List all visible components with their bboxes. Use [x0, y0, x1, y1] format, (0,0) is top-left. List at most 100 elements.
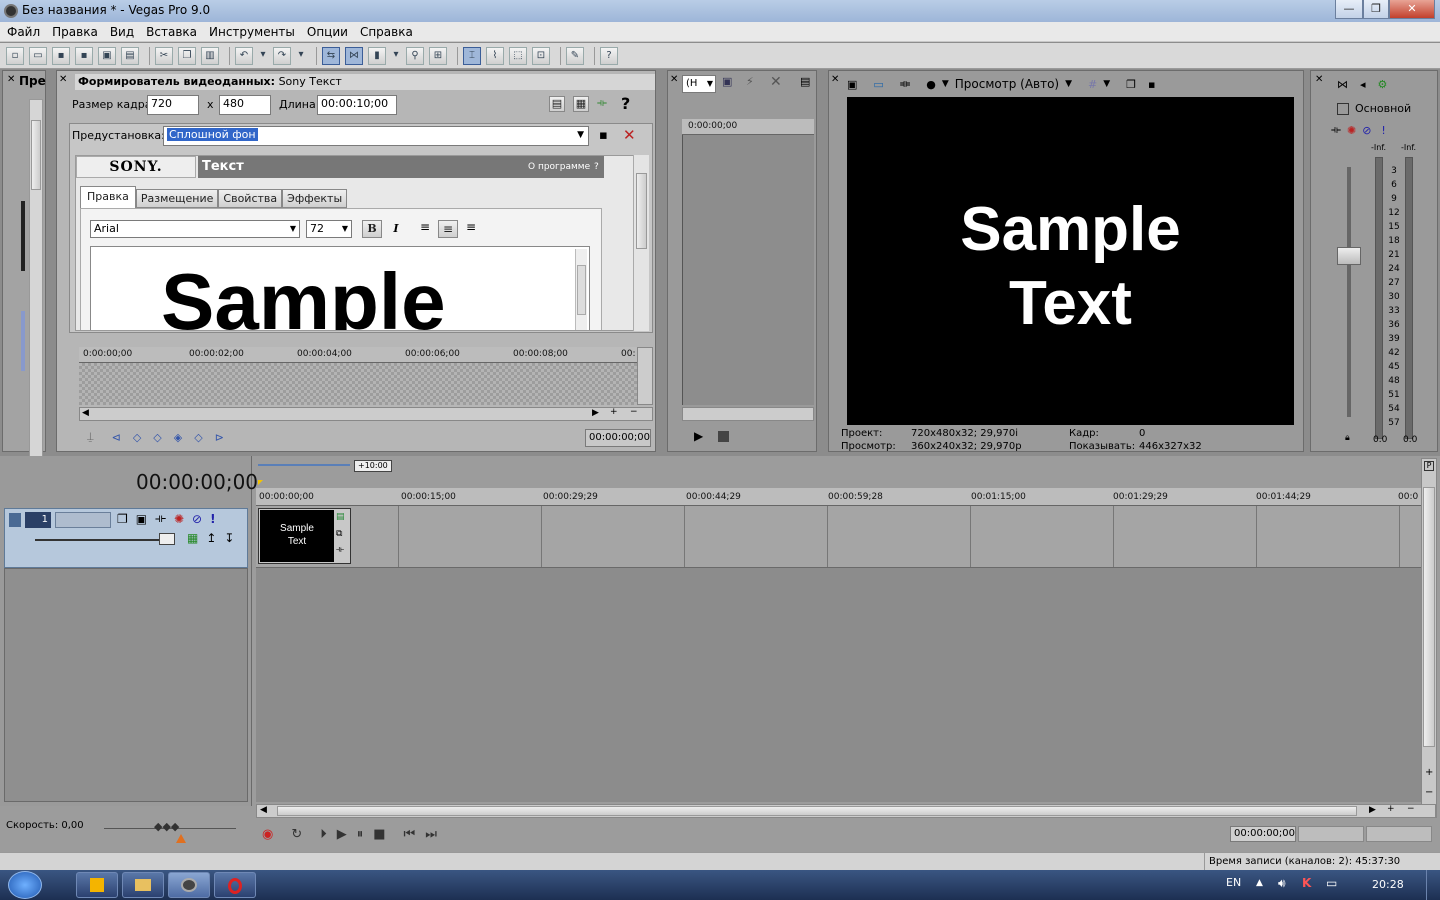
mute-icon[interactable]: ⊘	[192, 512, 202, 526]
split-screen-icon[interactable]: ⟚	[900, 77, 910, 91]
move-up-icon[interactable]: ↥	[206, 531, 216, 545]
selection-start-field[interactable]	[1298, 826, 1364, 842]
scroll-right-icon[interactable]: ▶	[592, 408, 599, 418]
first-keyframe-icon[interactable]: ⊲	[112, 431, 121, 444]
trimmer-icon-3[interactable]: ▤	[800, 75, 810, 88]
overlays-icon[interactable]: #	[1088, 78, 1097, 91]
zoom-in-icon[interactable]: +	[1425, 767, 1433, 778]
open-icon[interactable]: ▭	[29, 46, 47, 65]
fader-track[interactable]	[1347, 167, 1351, 417]
ripple-mode-icon[interactable]: ▮	[368, 46, 386, 65]
start-button[interactable]	[8, 871, 42, 899]
level-slider[interactable]	[35, 539, 175, 541]
show-desktop-button[interactable]	[1426, 870, 1440, 900]
close-icon[interactable]: ✕	[670, 74, 678, 85]
taskbar-player[interactable]	[76, 872, 118, 898]
auto-ripple-icon[interactable]: ⇆	[322, 46, 340, 65]
bus-fx-icon[interactable]: ✺	[1347, 124, 1356, 137]
solo-icon[interactable]: !	[210, 512, 215, 526]
taskbar-vegas[interactable]	[168, 872, 210, 898]
speed-handle-icon[interactable]: ◆◆◆	[154, 820, 179, 833]
cut-icon[interactable]: ✂	[155, 46, 173, 65]
close-icon[interactable]: ✕	[831, 74, 839, 85]
align-right-icon[interactable]: ≡	[462, 220, 480, 238]
current-time[interactable]: 00:00:00;00	[136, 470, 258, 494]
chevron-down-icon[interactable]: ▼	[290, 221, 296, 237]
preview-quality[interactable]: Просмотр (Авто)	[955, 77, 1059, 91]
keyframe-time[interactable]: 00:00:00;00	[585, 429, 651, 447]
properties-icon[interactable]: ▤	[121, 46, 139, 65]
go-to-start-icon[interactable]: ⏮	[404, 827, 416, 842]
about-link[interactable]: О программе	[528, 162, 590, 172]
event-fx-icon[interactable]: ⟛	[336, 545, 344, 555]
font-size-combo[interactable]: 72 ▼	[306, 220, 352, 238]
pause-icon[interactable]: ⏸	[357, 827, 364, 842]
preview-properties-icon[interactable]: ▣	[847, 78, 857, 91]
tab-placement[interactable]: Размещение	[135, 189, 219, 208]
copy-snapshot-icon[interactable]: ❐	[1126, 78, 1136, 91]
copy-frame-icon[interactable]: ▤	[549, 96, 565, 112]
fx-icon[interactable]: ●	[926, 78, 936, 91]
text-edit-area[interactable]: Sample	[90, 246, 590, 330]
play-from-start-icon[interactable]: ⏵	[320, 827, 327, 842]
close-button[interactable]: ✕	[1389, 0, 1435, 19]
taskbar-explorer[interactable]	[122, 872, 164, 898]
save-as-icon[interactable]: ▪	[75, 46, 93, 65]
font-combo[interactable]: Arial ▼	[90, 220, 300, 238]
trimmer-icon-2[interactable]: ⚡	[746, 75, 754, 88]
menu-insert[interactable]: Вставка	[146, 22, 197, 42]
delete-keyframe-icon[interactable]: ◇	[194, 431, 202, 444]
track-header[interactable]: 1 ❐ ▣ ⟛ ✺ ⊘ ! ▦ ↥ ↧	[4, 508, 248, 568]
copy-icon[interactable]: ❐	[178, 46, 196, 65]
language-indicator[interactable]: EN	[1226, 876, 1241, 889]
menu-tools[interactable]: Инструменты	[209, 22, 295, 42]
last-keyframe-icon[interactable]: ⊳	[215, 431, 224, 444]
zoom-in-icon[interactable]: +	[610, 407, 618, 417]
trimmer-track[interactable]	[682, 135, 814, 405]
loop-region-bar[interactable]	[258, 464, 350, 466]
scroll-left-icon[interactable]: ◀	[82, 408, 89, 418]
mixer-icon-1[interactable]: ⋈	[1337, 78, 1348, 91]
paste-icon[interactable]: ▥	[201, 46, 219, 65]
scroll-right-icon[interactable]: ▶	[1369, 805, 1376, 815]
save-icon[interactable]: ▪	[52, 46, 70, 65]
new-icon[interactable]: ▫	[6, 46, 24, 65]
chevron-down-icon[interactable]: ▼	[1065, 79, 1072, 89]
track-fx-icon[interactable]: ✺	[174, 512, 184, 526]
bus-route-icon[interactable]: ⟛	[1331, 123, 1341, 137]
loop-icon[interactable]: ↻	[291, 827, 302, 842]
lock-icon[interactable]: 🔒︎	[1345, 433, 1350, 443]
maximize-button[interactable]: ❐	[1363, 0, 1389, 19]
tab-properties[interactable]: Свойства	[218, 189, 283, 208]
align-left-icon[interactable]: ≡	[416, 220, 434, 238]
transport-time[interactable]: 00:00:00;00	[1230, 826, 1296, 842]
level-slider-thumb[interactable]	[159, 533, 175, 545]
tray-expand-icon[interactable]: ▲	[1256, 878, 1263, 888]
ignore-grouping-icon[interactable]: ⊞	[429, 46, 447, 65]
trimmer-hscroll[interactable]	[682, 407, 814, 421]
ripple-dropdown-icon[interactable]: ▾	[391, 47, 401, 65]
h-zoom-out-icon[interactable]: −	[1407, 804, 1415, 814]
whats-this-icon[interactable]: ?	[600, 46, 618, 65]
marker-flag[interactable]	[258, 480, 263, 485]
stop-icon[interactable]	[718, 431, 729, 442]
about-question[interactable]: ?	[594, 162, 599, 172]
keyframe-vscroll[interactable]	[637, 347, 653, 405]
play-icon[interactable]: ▶	[337, 827, 347, 842]
save-snapshot-icon[interactable]: ▪	[1148, 78, 1155, 91]
clock[interactable]: 20:28	[1372, 878, 1404, 891]
save-preset-icon[interactable]: ▪	[599, 128, 608, 143]
timeline-hscroll[interactable]: ◀ ▶ + −	[256, 804, 1436, 818]
keyframe-hscroll[interactable]: ◀ ▶ + −	[79, 407, 653, 421]
parent-motion-icon[interactable]: ▣	[136, 512, 147, 526]
italic-button[interactable]: I	[388, 220, 404, 238]
keyframe-ruler[interactable]: 0:00:00;00 00:00:02;00 00:00:04;00 00:00…	[79, 347, 637, 363]
move-down-icon[interactable]: ↧	[224, 531, 234, 545]
master-fader[interactable]	[1337, 247, 1361, 265]
tab-effects[interactable]: Эффекты	[282, 189, 348, 208]
prev-keyframe-icon[interactable]: ◇	[133, 431, 141, 444]
chevron-down-icon[interactable]: ▼	[1103, 79, 1110, 89]
antivirus-icon[interactable]: K	[1302, 876, 1311, 890]
track-list-icon[interactable]: P	[1424, 461, 1434, 471]
envelope-tool-icon[interactable]: ⌇	[486, 46, 504, 65]
